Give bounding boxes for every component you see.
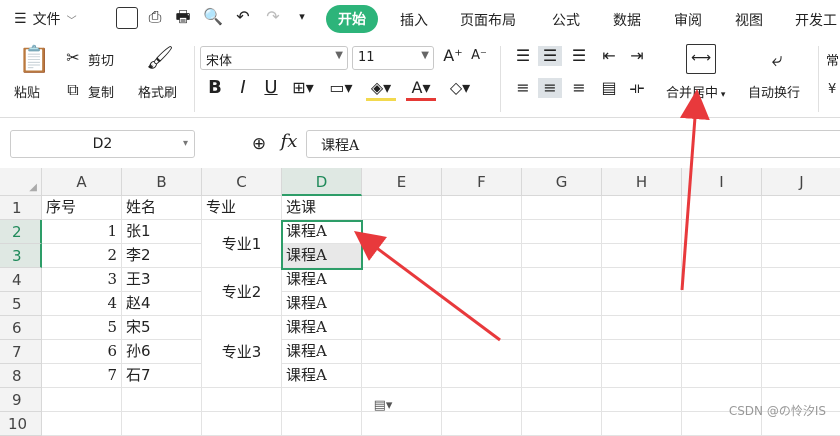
arrow-to-merge-button xyxy=(679,89,710,291)
watermark: CSDN @の怜汐IS xyxy=(728,404,826,418)
annotation-arrows xyxy=(353,89,710,342)
arrow-to-selection xyxy=(353,231,501,342)
